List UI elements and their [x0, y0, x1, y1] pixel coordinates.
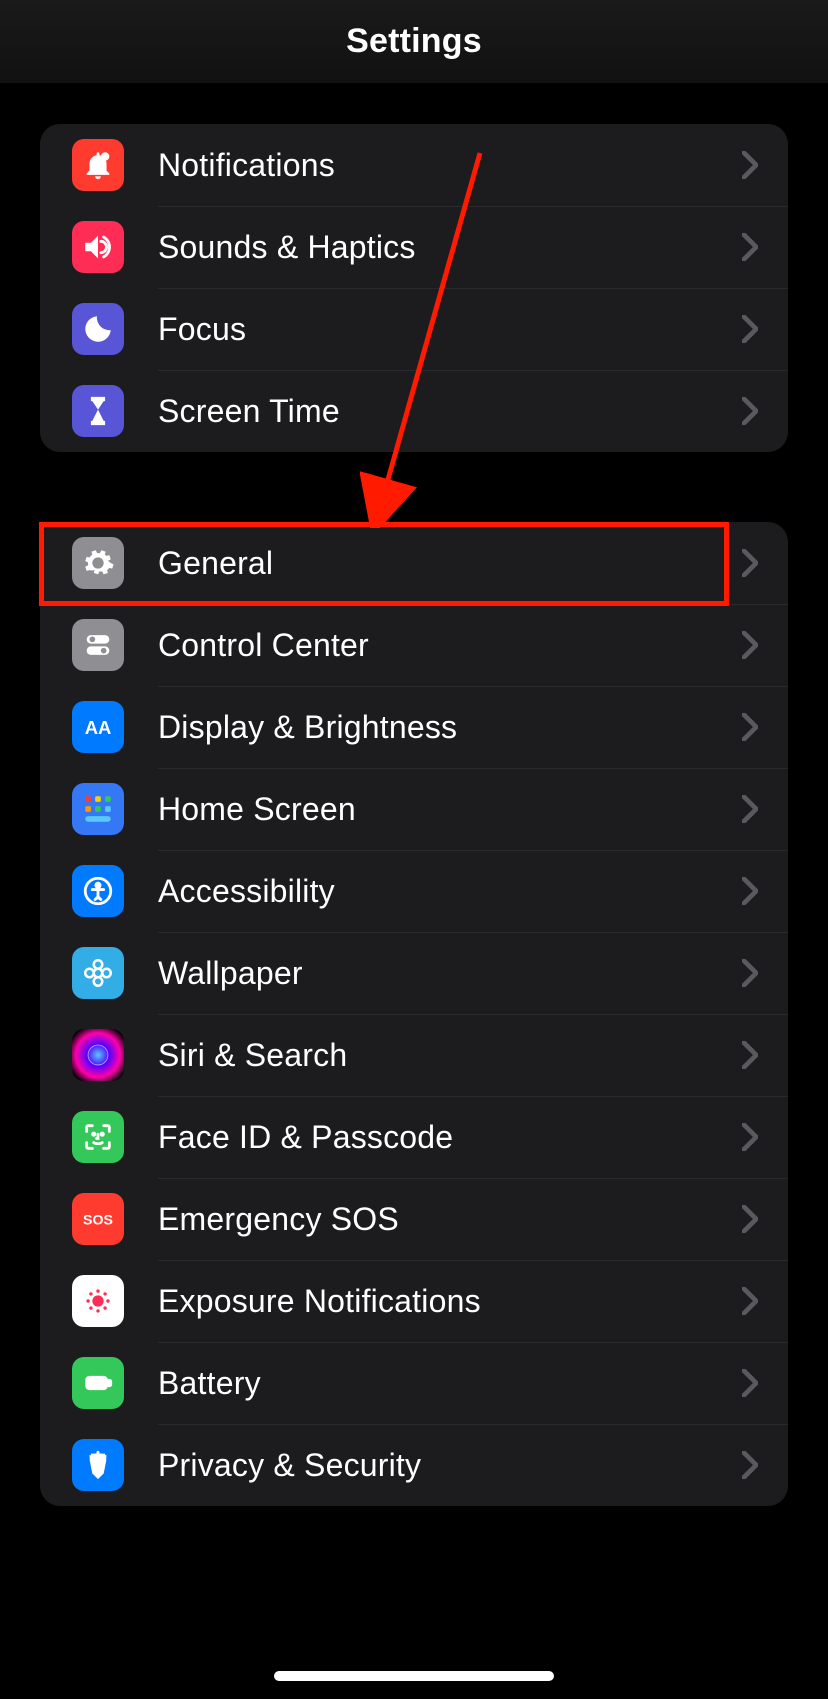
- row-label: Display & Brightness: [158, 709, 742, 746]
- row-label: Wallpaper: [158, 955, 742, 992]
- home-screen-icon: [72, 783, 124, 835]
- chevron-right-icon: [742, 959, 758, 987]
- chevron-right-icon: [742, 1451, 758, 1479]
- row-notifications[interactable]: Notifications: [40, 124, 788, 206]
- row-face-id-passcode[interactable]: Face ID & Passcode: [40, 1096, 788, 1178]
- settings-group-2: General Control Center AA Display & Brig…: [40, 522, 788, 1506]
- row-label: Exposure Notifications: [158, 1283, 742, 1320]
- chevron-right-icon: [742, 1041, 758, 1069]
- chevron-right-icon: [742, 1369, 758, 1397]
- chevron-right-icon: [742, 397, 758, 425]
- row-label: Notifications: [158, 147, 742, 184]
- siri-icon: [72, 1029, 124, 1081]
- home-indicator[interactable]: [274, 1671, 554, 1681]
- row-wallpaper[interactable]: Wallpaper: [40, 932, 788, 1014]
- svg-text:SOS: SOS: [83, 1213, 113, 1229]
- privacy-icon: [72, 1439, 124, 1491]
- row-control-center[interactable]: Control Center: [40, 604, 788, 686]
- row-label: Accessibility: [158, 873, 742, 910]
- row-label: Focus: [158, 311, 742, 348]
- screen-time-icon: [72, 385, 124, 437]
- row-label: Sounds & Haptics: [158, 229, 742, 266]
- header-bar: Settings: [0, 0, 828, 84]
- row-home-screen[interactable]: Home Screen: [40, 768, 788, 850]
- row-label: Emergency SOS: [158, 1201, 742, 1238]
- accessibility-icon: [72, 865, 124, 917]
- chevron-right-icon: [742, 877, 758, 905]
- chevron-right-icon: [742, 549, 758, 577]
- row-accessibility[interactable]: Accessibility: [40, 850, 788, 932]
- wallpaper-icon: [72, 947, 124, 999]
- row-sounds-haptics[interactable]: Sounds & Haptics: [40, 206, 788, 288]
- chevron-right-icon: [742, 233, 758, 261]
- row-focus[interactable]: Focus: [40, 288, 788, 370]
- focus-icon: [72, 303, 124, 355]
- chevron-right-icon: [742, 1287, 758, 1315]
- battery-icon: [72, 1357, 124, 1409]
- notifications-icon: [72, 139, 124, 191]
- settings-content: Notifications Sounds & Haptics Focus Scr…: [0, 84, 828, 1506]
- row-label: General: [158, 545, 742, 582]
- control-center-icon: [72, 619, 124, 671]
- settings-group-1: Notifications Sounds & Haptics Focus Scr…: [40, 124, 788, 452]
- row-label: Siri & Search: [158, 1037, 742, 1074]
- emergency-sos-icon: SOS: [72, 1193, 124, 1245]
- row-siri-search[interactable]: Siri & Search: [40, 1014, 788, 1096]
- row-label: Control Center: [158, 627, 742, 664]
- row-label: Screen Time: [158, 393, 742, 430]
- chevron-right-icon: [742, 1123, 758, 1151]
- chevron-right-icon: [742, 1205, 758, 1233]
- row-battery[interactable]: Battery: [40, 1342, 788, 1424]
- exposure-notifications-icon: [72, 1275, 124, 1327]
- chevron-right-icon: [742, 151, 758, 179]
- row-label: Privacy & Security: [158, 1447, 742, 1484]
- row-label: Face ID & Passcode: [158, 1119, 742, 1156]
- row-exposure-notifications[interactable]: Exposure Notifications: [40, 1260, 788, 1342]
- chevron-right-icon: [742, 315, 758, 343]
- row-screen-time[interactable]: Screen Time: [40, 370, 788, 452]
- chevron-right-icon: [742, 631, 758, 659]
- row-label: Battery: [158, 1365, 742, 1402]
- row-privacy-security[interactable]: Privacy & Security: [40, 1424, 788, 1506]
- page-title: Settings: [346, 22, 482, 61]
- svg-text:AA: AA: [85, 717, 112, 738]
- row-label: Home Screen: [158, 791, 742, 828]
- row-emergency-sos[interactable]: SOS Emergency SOS: [40, 1178, 788, 1260]
- row-general[interactable]: General: [40, 522, 788, 604]
- chevron-right-icon: [742, 795, 758, 823]
- sounds-icon: [72, 221, 124, 273]
- display-brightness-icon: AA: [72, 701, 124, 753]
- row-display-brightness[interactable]: AA Display & Brightness: [40, 686, 788, 768]
- general-icon: [72, 537, 124, 589]
- face-id-icon: [72, 1111, 124, 1163]
- chevron-right-icon: [742, 713, 758, 741]
